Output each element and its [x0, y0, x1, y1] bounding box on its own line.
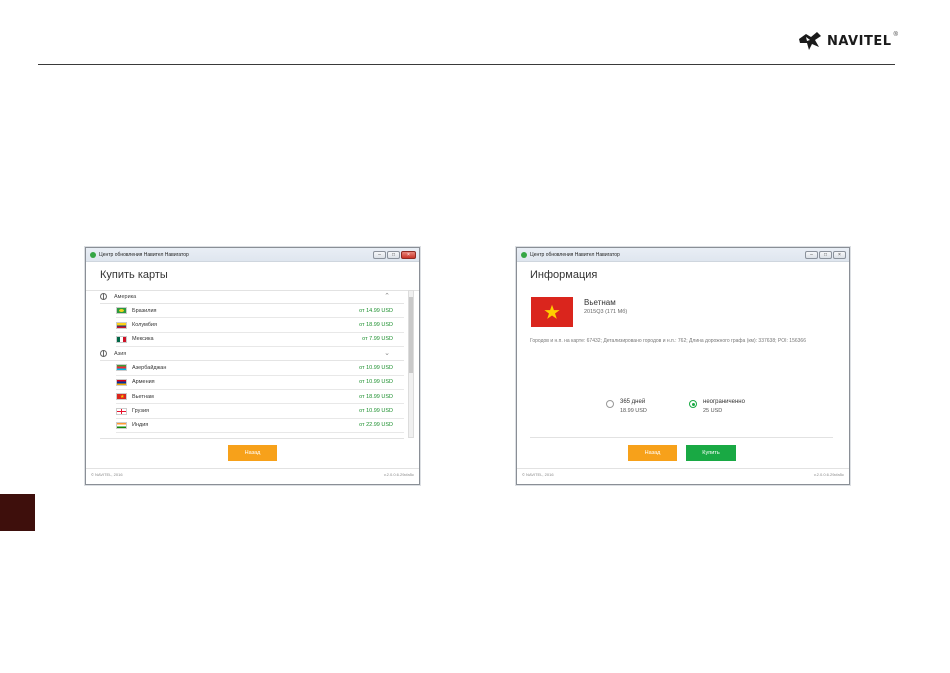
group-label: Америка [114, 293, 137, 300]
chevron-down-icon[interactable]: ⌄ [384, 349, 390, 357]
app-version: v.2.0.0.6.29cfa5c [383, 472, 414, 477]
navitel-logo: NAVITEL ® [797, 26, 898, 56]
country-price: от 10.99 USD [359, 379, 393, 386]
country-price: от 14.99 USD [359, 307, 393, 314]
country-name: Армения [132, 379, 155, 386]
maximize-button[interactable]: □ [819, 251, 832, 259]
group-asia[interactable]: Азия ⌄ [100, 347, 404, 362]
page-title: Информация [530, 269, 598, 281]
app-icon [90, 251, 96, 258]
maximize-button[interactable]: □ [387, 251, 400, 259]
radio-365-days[interactable] [606, 400, 614, 408]
scroll-thumb[interactable] [409, 297, 413, 373]
navitel-bird-icon [799, 32, 821, 50]
list-item[interactable]: Мексика от 7.99 USD [116, 333, 404, 348]
list-item[interactable]: Индия от 22.99 USD [116, 419, 404, 434]
map-description: Городов и н.п. на карте: 67432; Детализи… [530, 338, 806, 344]
option-price: 18.99 USD [620, 408, 647, 414]
list-scrollbar[interactable] [408, 290, 414, 438]
armenia-flag-icon [116, 378, 127, 386]
group-america[interactable]: Америка ⌃ [100, 290, 404, 304]
vietnam-flag-icon [531, 297, 573, 327]
country-name: Мексика [132, 336, 154, 343]
navitel-wordmark: NAVITEL [827, 33, 892, 49]
globe-icon [100, 293, 107, 300]
buy-button[interactable]: Купить [686, 445, 736, 461]
option-label: 365 дней [620, 399, 646, 405]
country-price: от 10.99 USD [359, 408, 393, 415]
close-button[interactable]: × [833, 251, 846, 259]
app-icon [521, 251, 527, 258]
window-titlebar: Центр обновления Навител Навигатор – □ × [517, 248, 849, 262]
app-version: v.2.0.0.6.29cfa5c [813, 472, 844, 477]
registered-mark: ® [893, 32, 898, 38]
close-button[interactable]: × [401, 251, 416, 259]
country-name: Вьетнам [132, 393, 154, 400]
india-flag-icon [116, 421, 127, 429]
georgia-flag-icon [116, 407, 127, 415]
list-item[interactable]: Колумбия от 18.99 USD [116, 318, 404, 333]
list-item[interactable]: ★ Вьетнам от 18.99 USD [116, 390, 404, 405]
list-item[interactable]: Азербайджан от 10.99 USD [116, 361, 404, 376]
divider [517, 468, 849, 469]
brazil-flag-icon [116, 307, 127, 315]
window-titlebar: Центр обновления Навител Навигатор – □ × [86, 248, 419, 262]
country-price: от 18.99 USD [359, 393, 393, 400]
buy-maps-window: Центр обновления Навител Навигатор – □ ×… [85, 247, 420, 485]
list-item[interactable]: Армения от 10.99 USD [116, 376, 404, 390]
star-icon [544, 304, 560, 319]
divider [100, 438, 404, 439]
vietnam-flag-icon: ★ [116, 393, 127, 401]
country-name: Азербайджан [132, 364, 167, 371]
page-title: Купить карты [100, 269, 168, 281]
mexico-flag-icon [116, 335, 127, 343]
copyright: © NAVITEL, 2016 [522, 472, 554, 477]
divider [530, 437, 833, 438]
globe-icon [100, 350, 107, 358]
list-item[interactable]: Бразилия от 14.99 USD [116, 304, 404, 319]
country-price: от 18.99 USD [359, 322, 393, 329]
colombia-flag-icon [116, 321, 127, 329]
country-list: Америка ⌃ Бразилия от 14.99 USD Колумбия… [100, 290, 404, 438]
window-controls: – □ × [373, 251, 416, 259]
country-name: Колумбия [132, 322, 157, 329]
list-item[interactable]: Грузия от 10.99 USD [116, 404, 404, 419]
country-name: Бразилия [132, 307, 157, 314]
minimize-button[interactable]: – [805, 251, 818, 259]
divider [86, 468, 419, 469]
side-tab [0, 494, 35, 531]
chevron-up-icon[interactable]: ⌃ [384, 292, 390, 300]
back-button[interactable]: Назад [228, 445, 277, 461]
country-name: Индия [132, 422, 149, 429]
country-name: Вьетнам [584, 298, 616, 307]
map-version: 2015Q3 (171 Мб) [584, 309, 628, 315]
radio-unlimited[interactable] [689, 400, 697, 408]
window-title: Центр обновления Навител Навигатор [99, 251, 189, 258]
minimize-button[interactable]: – [373, 251, 386, 259]
window-title: Центр обновления Навител Навигатор [530, 251, 620, 258]
option-price: 25 USD [703, 408, 723, 414]
back-button[interactable]: Назад [628, 445, 677, 461]
info-window: Центр обновления Навител Навигатор – □ ×… [516, 247, 850, 485]
group-label: Азия [114, 350, 127, 357]
country-name: Грузия [132, 408, 149, 415]
country-price: от 10.99 USD [359, 364, 393, 371]
copyright: © NAVITEL, 2016 [91, 472, 123, 477]
window-controls: – □ × [805, 251, 846, 259]
country-price: от 7.99 USD [362, 336, 393, 343]
azerbaijan-flag-icon [116, 364, 127, 372]
header-rule [38, 64, 895, 65]
option-label: неограниченно [703, 399, 745, 405]
country-price: от 22.99 USD [359, 422, 393, 429]
